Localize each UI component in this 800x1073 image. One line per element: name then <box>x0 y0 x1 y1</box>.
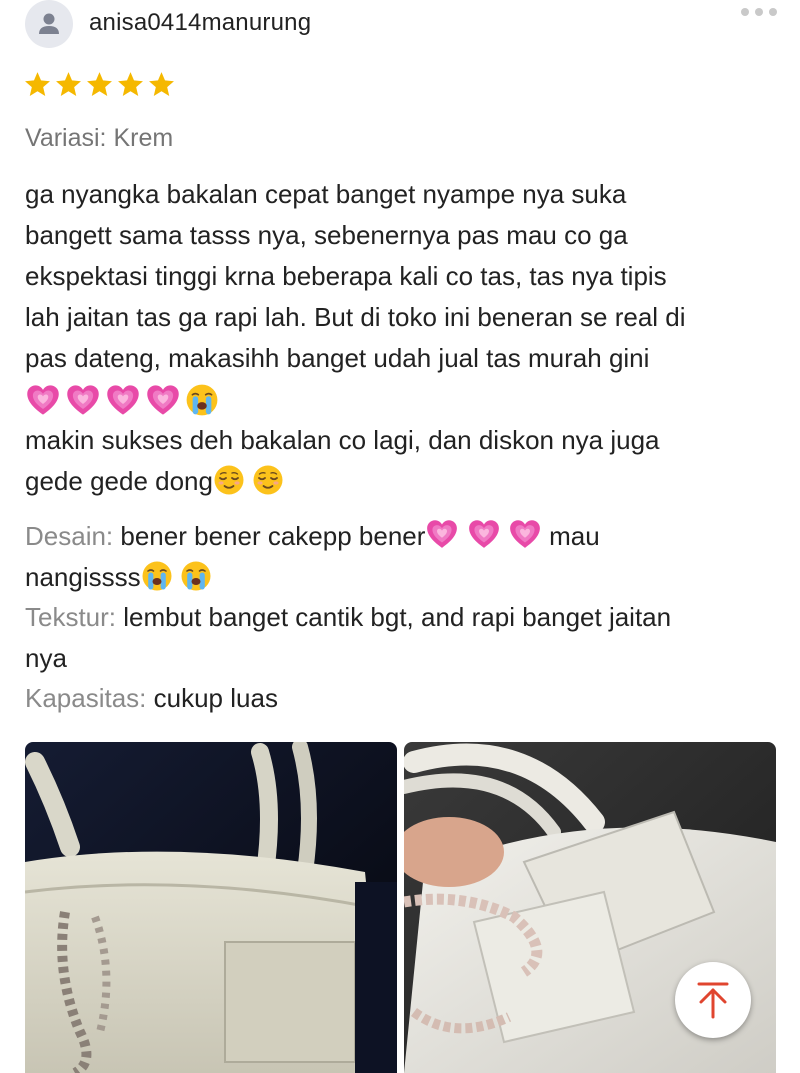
growing-heart-emoji <box>467 517 501 551</box>
growing-heart-emoji <box>65 382 101 418</box>
growing-heart-emoji <box>425 517 459 551</box>
star-icon <box>54 70 83 99</box>
attribute-value: nangissss <box>25 561 141 592</box>
review-line-text: gede gede dong <box>25 466 213 496</box>
review-header: anisa0414manurung <box>0 0 800 52</box>
attribute-tekstur: Tekstur: lembut banget cantik bgt, and r… <box>25 597 785 638</box>
review-line: gede gede dong <box>25 461 785 502</box>
review-line: pas dateng, makasihh banget udah jual ta… <box>25 343 650 373</box>
attribute-desain: Desain: bener bener cakepp bener mau <box>25 516 785 557</box>
attribute-kapasitas: Kapasitas: cukup luas <box>25 678 785 719</box>
star-icon <box>116 70 145 99</box>
growing-heart-emoji <box>25 382 61 418</box>
product-variant: Variasi: Krem <box>25 124 174 152</box>
review-body: ga nyangka bakalan cepat banget nyampe n… <box>25 174 785 502</box>
loudly-crying-emoji <box>141 560 173 592</box>
review-line: ga nyangka bakalan cepat banget nyampe n… <box>25 179 627 209</box>
review-line: ekspektasi tinggi krna beberapa kali co … <box>25 261 667 291</box>
review-line: makin sukses deh bakalan co lagi, dan di… <box>25 425 660 455</box>
arrow-up-icon <box>697 982 729 1019</box>
attribute-key: Kapasitas: <box>25 683 147 713</box>
review-line: bangett sama tasss nya, sebenernya pas m… <box>25 220 628 250</box>
attribute-value: lembut banget cantik bgt, and rapi bange… <box>123 602 672 632</box>
attribute-value: bener bener cakepp bener <box>120 521 426 551</box>
rating-stars <box>23 70 176 100</box>
scroll-to-top-button[interactable] <box>675 962 751 1038</box>
user-avatar-icon[interactable] <box>25 0 73 48</box>
loudly-crying-emoji <box>185 383 219 417</box>
star-icon <box>85 70 114 99</box>
attribute-desain-cont: nangissss <box>25 557 785 598</box>
dot <box>741 8 749 16</box>
star-icon <box>147 70 176 99</box>
more-options-icon[interactable] <box>741 8 777 22</box>
dot <box>755 8 763 16</box>
attribute-value: mau <box>549 521 600 551</box>
loudly-crying-emoji <box>180 560 212 592</box>
reviewer-username[interactable]: anisa0414manurung <box>89 9 311 37</box>
emoji-row <box>25 379 785 420</box>
star-icon <box>23 70 52 99</box>
attribute-key: Tekstur: <box>25 602 117 632</box>
review-attributes: Desain: bener bener cakepp bener mau nan… <box>25 516 785 719</box>
attribute-tekstur-cont: nya <box>25 638 785 679</box>
growing-heart-emoji <box>508 517 542 551</box>
growing-heart-emoji <box>105 382 141 418</box>
growing-heart-emoji <box>145 382 181 418</box>
attribute-value: cukup luas <box>153 683 278 713</box>
relieved-face-emoji <box>252 464 284 496</box>
review-line: lah jaitan tas ga rapi lah. But di toko … <box>25 302 686 332</box>
relieved-face-emoji <box>213 464 245 496</box>
dot <box>769 8 777 16</box>
attribute-key: Desain: <box>25 521 114 551</box>
attribute-value: nya <box>25 642 67 673</box>
review-photo[interactable] <box>25 742 397 1073</box>
